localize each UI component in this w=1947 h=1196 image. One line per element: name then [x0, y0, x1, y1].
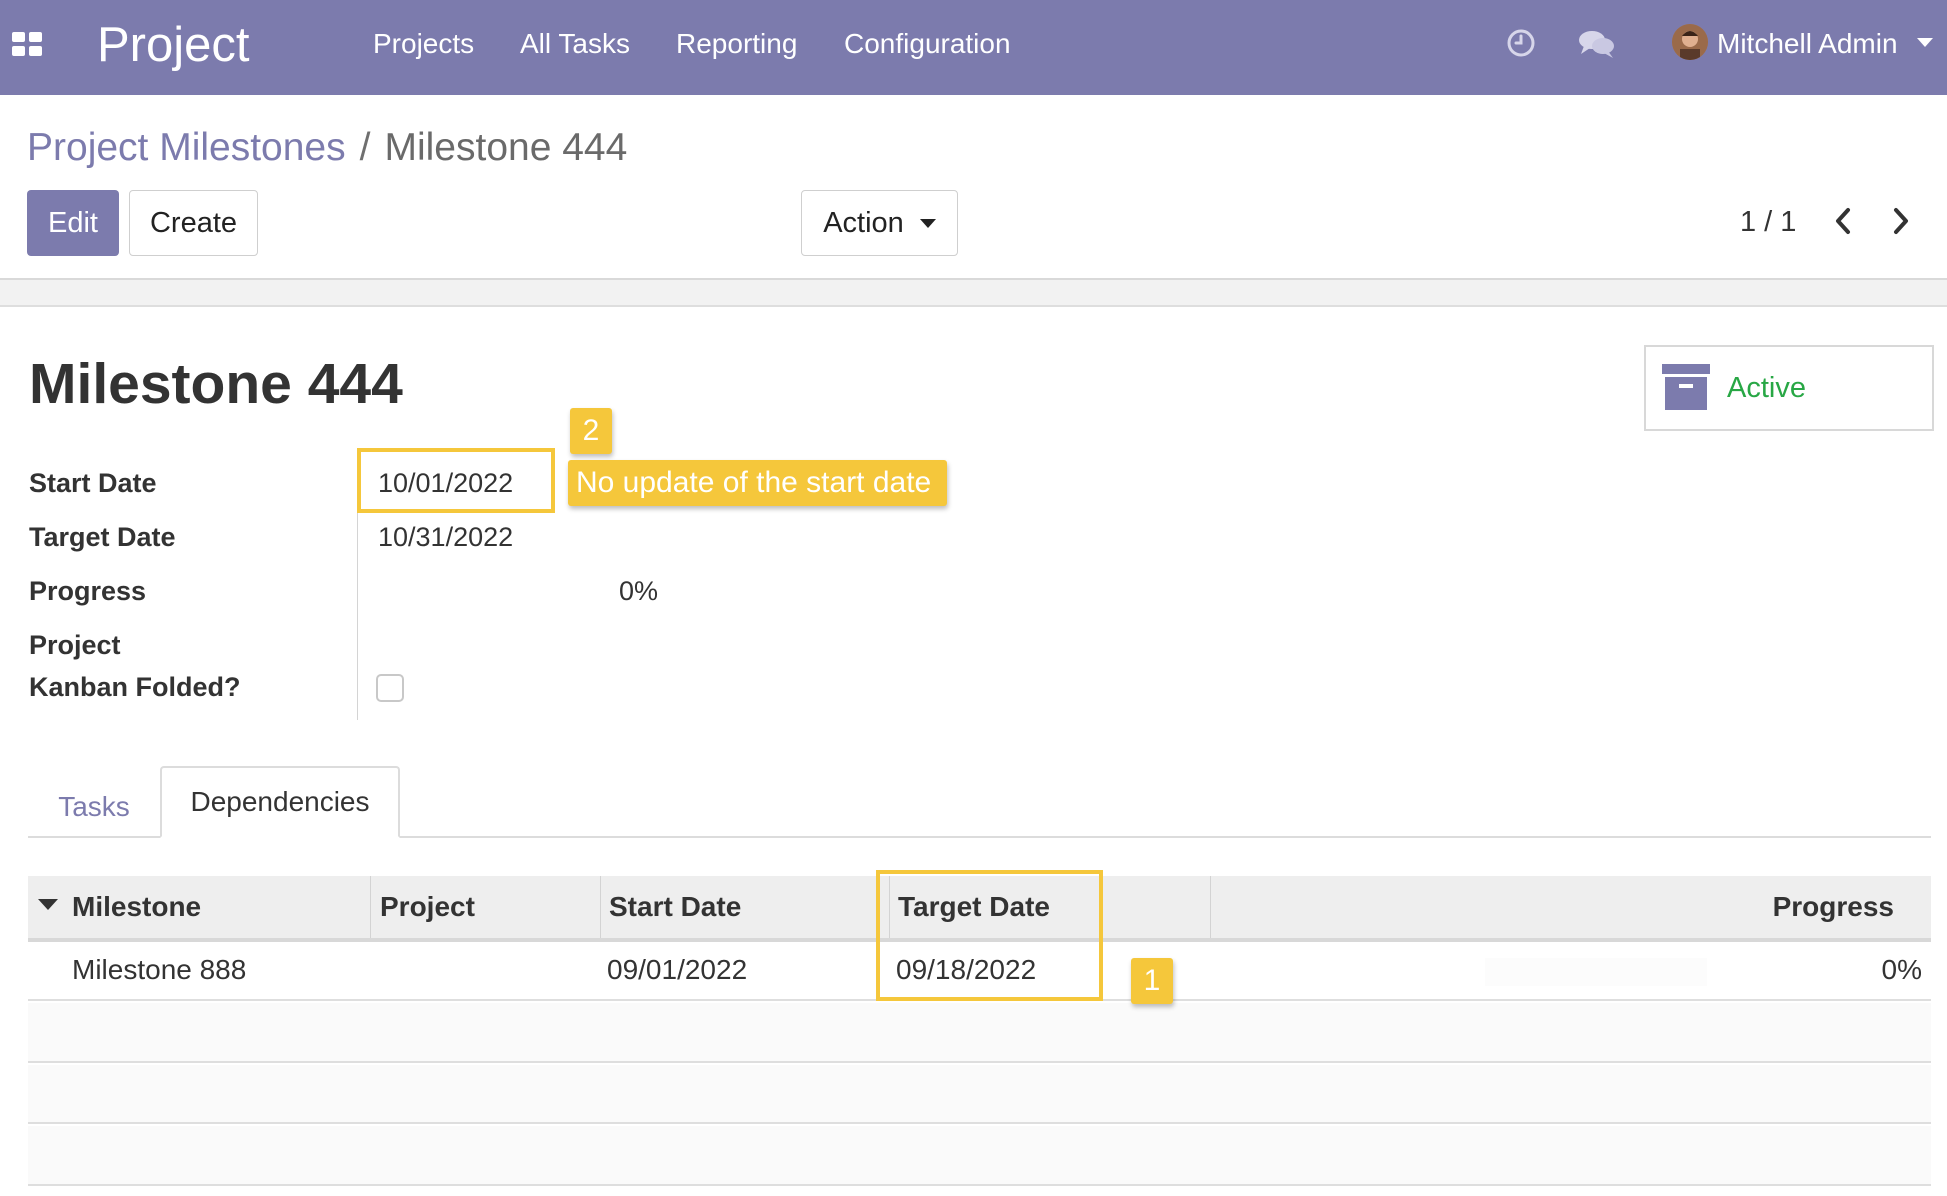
edit-button[interactable]: Edit	[27, 190, 119, 256]
menu-configuration[interactable]: Configuration	[844, 24, 1011, 64]
clock-icon[interactable]	[1506, 28, 1536, 58]
kanban-folded-label-line2: Kanban Folded?	[29, 672, 241, 702]
annotation-badge-2: 2	[570, 408, 612, 454]
breadcrumb: Project Milestones / Milestone 444	[27, 120, 627, 176]
target-date-value: 10/31/2022	[378, 522, 514, 552]
empty-row	[28, 1126, 1931, 1184]
row-divider	[28, 1184, 1931, 1186]
user-menu-caret-icon[interactable]	[1917, 38, 1933, 47]
menu-all-tasks[interactable]: All Tasks	[520, 24, 630, 64]
kanban-folded-label-line1: Project	[29, 630, 121, 660]
archive-icon	[1662, 364, 1710, 410]
pager-value[interactable]: 1 / 1	[1740, 201, 1796, 243]
action-label: Action	[823, 206, 904, 239]
column-header-progress[interactable]: Progress	[1700, 876, 1894, 938]
user-menu-name[interactable]: Mitchell Admin	[1717, 24, 1898, 64]
row-divider	[28, 1061, 1931, 1063]
caret-down-icon	[919, 218, 936, 228]
tab-tasks[interactable]: Tasks	[28, 776, 160, 838]
create-button[interactable]: Create	[129, 190, 258, 256]
apps-icon[interactable]	[12, 32, 42, 56]
chevron-right-icon[interactable]	[1886, 202, 1916, 240]
column-separator	[600, 876, 601, 938]
row-progress-bar	[1485, 958, 1707, 986]
annotation-highlight-target-date	[876, 870, 1103, 1001]
menu-reporting[interactable]: Reporting	[676, 24, 797, 64]
row-progress: 0%	[1881, 954, 1922, 985]
annotation-note: No update of the start date	[568, 460, 948, 506]
kanban-folded-checkbox[interactable]	[376, 674, 404, 702]
column-separator	[370, 876, 371, 938]
menu-projects[interactable]: Projects	[373, 24, 474, 64]
control-panel-divider	[0, 278, 1947, 307]
breadcrumb-parent-link[interactable]: Project Milestones	[27, 126, 346, 169]
row-start-date[interactable]: 09/01/2022	[607, 942, 747, 998]
breadcrumb-current: Milestone 444	[384, 126, 628, 169]
record-title: Milestone 444	[29, 352, 403, 416]
tab-dependencies[interactable]: Dependencies	[160, 766, 400, 838]
user-avatar[interactable]	[1672, 24, 1708, 60]
chevron-left-icon[interactable]	[1828, 202, 1858, 240]
column-header-project[interactable]: Project	[380, 876, 475, 938]
chat-icon[interactable]	[1578, 28, 1616, 60]
app-brand[interactable]: Project	[97, 14, 250, 76]
empty-row	[28, 1065, 1931, 1123]
active-status-label: Active	[1727, 372, 1806, 404]
column-header-start-date[interactable]: Start Date	[609, 876, 741, 938]
row-milestone[interactable]: Milestone 888	[72, 942, 246, 998]
target-date-label: Target Date	[29, 522, 176, 552]
row-divider	[28, 1122, 1931, 1124]
progress-value: 0%	[619, 576, 659, 606]
annotation-badge-1: 1	[1131, 958, 1173, 1004]
column-separator	[1210, 876, 1211, 938]
column-header-milestone[interactable]: Milestone	[72, 876, 201, 938]
sort-caret-icon[interactable]	[38, 899, 58, 910]
action-dropdown-button[interactable]: Action	[801, 190, 958, 256]
start-date-label: Start Date	[29, 468, 157, 498]
empty-row	[28, 1003, 1931, 1061]
breadcrumb-separator: /	[359, 126, 371, 169]
annotation-highlight-start-date	[357, 448, 555, 513]
progress-label: Progress	[29, 576, 147, 606]
